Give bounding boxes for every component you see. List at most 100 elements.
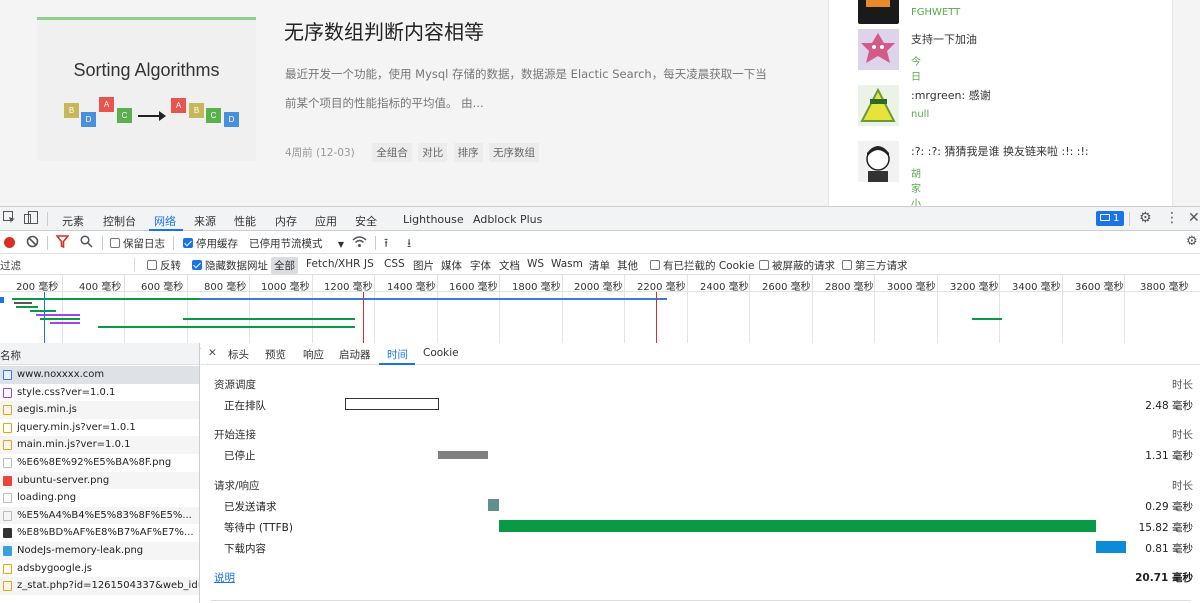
- checkbox-icon: [759, 260, 769, 270]
- request-row[interactable]: ubuntu-server.png: [0, 471, 199, 490]
- tab-elements[interactable]: 元素: [62, 213, 84, 229]
- more-options-icon[interactable]: ⋮: [1165, 210, 1179, 226]
- overview-gridline: [562, 275, 563, 348]
- thumb-block: B: [64, 103, 79, 118]
- type-filter-media[interactable]: 媒体: [441, 258, 462, 273]
- type-filter-manifest[interactable]: 清单: [589, 258, 610, 273]
- tab-sources[interactable]: 来源: [194, 213, 216, 229]
- search-icon[interactable]: [80, 235, 93, 251]
- record-icon[interactable]: [4, 237, 15, 248]
- request-row[interactable]: adsbygoogle.js: [0, 560, 199, 578]
- blocked-cookies-checkbox[interactable]: 有已拦截的 Cookie: [650, 258, 754, 273]
- type-filter-img[interactable]: 图片: [413, 258, 434, 273]
- request-name: loading.png: [17, 492, 77, 504]
- post-tag[interactable]: 排序: [453, 143, 483, 162]
- type-filter-js[interactable]: JS: [364, 258, 374, 270]
- thumb-block: A: [171, 98, 186, 113]
- tab-adblock-plus[interactable]: Adblock Plus: [473, 213, 542, 226]
- type-filter-doc[interactable]: 文档: [499, 258, 520, 273]
- disable-cache-label: 停用缓存: [196, 238, 238, 250]
- webpage-viewport: Sorting Algorithms B D A C A B C D 无序数组判…: [0, 0, 1200, 206]
- gear-icon[interactable]: ⚙: [1139, 210, 1152, 226]
- request-row[interactable]: aegis.min.js: [0, 401, 199, 419]
- post-title[interactable]: 无序数组判断内容相等: [284, 16, 484, 45]
- tab-security[interactable]: 安全: [355, 213, 377, 229]
- tab-performance[interactable]: 性能: [234, 213, 256, 229]
- image-file-icon: [3, 458, 12, 468]
- import-har-icon[interactable]: ⭱: [384, 234, 388, 255]
- checkbox-icon: [110, 238, 120, 248]
- type-filter-wasm[interactable]: Wasm: [551, 258, 583, 270]
- disable-cache-checkbox[interactable]: 停用缓存: [183, 236, 238, 251]
- type-filter-css[interactable]: CSS: [384, 258, 405, 270]
- tab-network[interactable]: 网络: [154, 213, 176, 229]
- device-toolbar-icon[interactable]: [24, 211, 38, 227]
- network-conditions-icon[interactable]: [352, 235, 367, 251]
- total-duration: 20.71 毫秒: [1135, 572, 1193, 584]
- request-name: adsbygoogle.js: [17, 562, 92, 574]
- type-filter-all[interactable]: 全部: [271, 257, 298, 274]
- post-tag[interactable]: 无序数组: [488, 143, 539, 162]
- request-row[interactable]: z_stat.php?id=1261504337&web_id=...: [0, 577, 199, 595]
- overview-gridline: [812, 275, 813, 348]
- close-detail-icon[interactable]: ✕: [208, 347, 217, 359]
- request-row[interactable]: www.noxxxx.com: [0, 366, 199, 384]
- tab-initiator[interactable]: 启动器: [339, 347, 371, 362]
- third-party-checkbox[interactable]: 第三方请求: [842, 258, 908, 273]
- request-row[interactable]: NodeJs-memory-leak.png: [0, 542, 199, 560]
- inspect-element-icon[interactable]: [3, 211, 16, 227]
- load-event-marker: [363, 292, 364, 348]
- message-icon: [1100, 214, 1110, 221]
- tab-lighthouse[interactable]: Lighthouse: [403, 213, 464, 226]
- thumb-block: B: [189, 103, 204, 118]
- type-filter-other[interactable]: 其他: [617, 258, 638, 273]
- invert-label: 反转: [160, 260, 181, 272]
- tab-response[interactable]: 响应: [303, 347, 324, 362]
- type-filter-ws[interactable]: WS: [527, 258, 544, 270]
- request-row[interactable]: %E6%8E%92%E5%BA%8F.png: [0, 454, 199, 472]
- tab-console[interactable]: 控制台: [103, 213, 136, 229]
- tab-timing[interactable]: 时间: [387, 347, 408, 362]
- type-filter-font[interactable]: 字体: [470, 258, 491, 273]
- post-tag[interactable]: 对比: [418, 143, 448, 162]
- tab-memory[interactable]: 内存: [275, 213, 297, 229]
- network-toolbar: 保留日志 停用缓存 已停用节流模式 ▼ ⭱ ⭳ ⚙: [0, 232, 1200, 254]
- tab-preview[interactable]: 预览: [265, 347, 286, 362]
- filter-icon[interactable]: [55, 235, 70, 251]
- dom-content-loaded-marker: [44, 292, 45, 348]
- name-column-header: 名称: [0, 350, 21, 362]
- hide-data-urls-checkbox[interactable]: 隐藏数据网址: [192, 258, 268, 273]
- request-row[interactable]: style.css?ver=1.0.1: [0, 384, 199, 402]
- post-tag[interactable]: 全组合: [372, 143, 412, 162]
- article-thumbnail[interactable]: Sorting Algorithms B D A C A B C D: [37, 17, 256, 161]
- invert-checkbox[interactable]: 反转: [147, 258, 181, 273]
- clear-icon[interactable]: [26, 235, 39, 251]
- request-list-header[interactable]: 名称: [0, 343, 199, 365]
- tab-application[interactable]: 应用: [315, 213, 337, 229]
- network-overview-timeline[interactable]: 200 毫秒 400 毫秒 600 毫秒 800 毫秒 1000 毫秒 1200…: [0, 275, 1200, 349]
- request-row[interactable]: %E8%BD%AF%E8%B7%AF%E7%...: [0, 524, 199, 542]
- blocked-cookies-label: 有已拦截的 Cookie: [663, 260, 755, 272]
- request-row[interactable]: main.min.js?ver=1.0.1: [0, 436, 199, 454]
- overview-bar: [200, 298, 667, 300]
- throttle-select[interactable]: 已停用节流模式 ▼: [249, 236, 344, 251]
- request-row[interactable]: loading.png: [0, 489, 199, 507]
- type-filter-fetch-xhr[interactable]: Fetch/XHR: [306, 258, 360, 270]
- comment-user: 今日: [911, 57, 921, 83]
- image-file-icon: [3, 475, 12, 486]
- filter-input[interactable]: 过滤: [0, 258, 135, 272]
- preserve-log-checkbox[interactable]: 保留日志: [110, 236, 165, 251]
- tab-headers[interactable]: 标头: [228, 347, 249, 362]
- request-row[interactable]: %E5%A4%B4%E5%83%8F%E5%...: [0, 506, 199, 525]
- request-row[interactable]: jquery.min.js?ver=1.0.1: [0, 419, 199, 437]
- tab-cookies[interactable]: Cookie: [423, 347, 459, 359]
- messages-badge[interactable]: 1: [1096, 211, 1125, 226]
- thumbnail-title: Sorting Algorithms: [73, 60, 220, 80]
- close-icon[interactable]: ✕: [1188, 210, 1200, 226]
- network-settings-icon[interactable]: ⚙: [1186, 234, 1198, 249]
- explanation-link[interactable]: 说明: [214, 570, 235, 585]
- blocked-requests-checkbox[interactable]: 被屏蔽的请求: [759, 258, 835, 273]
- overview-bar: [98, 326, 355, 328]
- comment-text: :mrgreen: 感谢: [911, 89, 991, 102]
- export-har-icon[interactable]: ⭳: [407, 234, 411, 255]
